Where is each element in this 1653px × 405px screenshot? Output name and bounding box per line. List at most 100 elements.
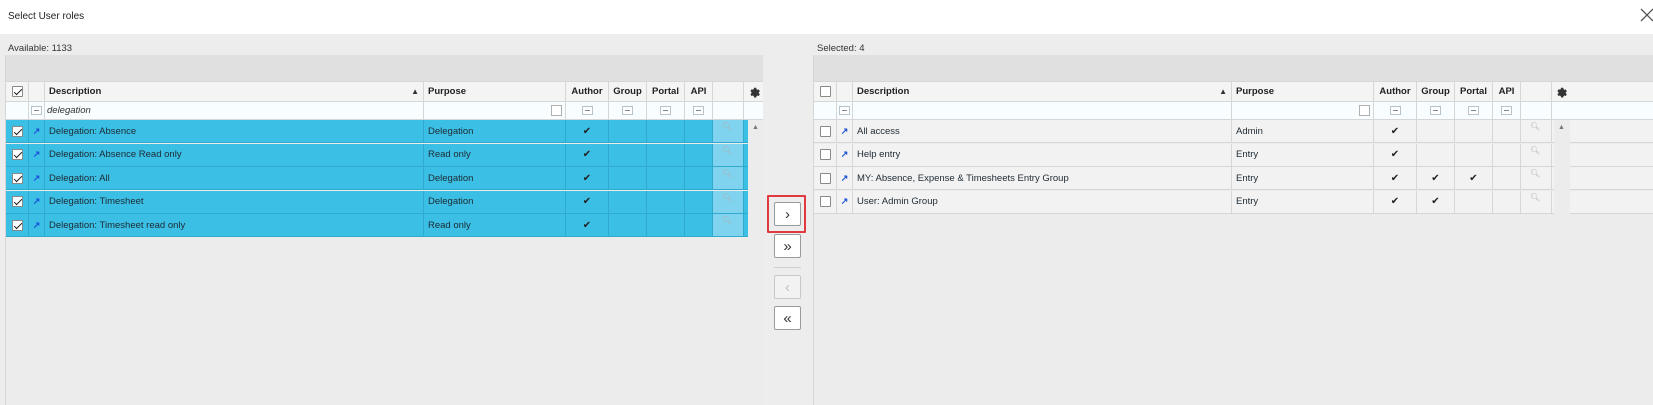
- select-all-checkbox[interactable]: [819, 86, 831, 97]
- edit-pencil-icon[interactable]: ↗: [33, 196, 41, 207]
- row-checkbox-cell[interactable]: [6, 120, 29, 142]
- select-all-checkbox-cell[interactable]: [814, 82, 837, 101]
- portal-filter[interactable]: [1455, 102, 1493, 119]
- row-search-cell[interactable]: 🔍︎: [1521, 143, 1552, 166]
- remove-all-button[interactable]: «: [774, 306, 801, 330]
- edit-pencil-icon[interactable]: ↗: [33, 220, 41, 231]
- search-icon[interactable]: 🔍︎: [1530, 122, 1540, 131]
- row-checkbox-cell[interactable]: [814, 143, 837, 166]
- row-search-cell[interactable]: 🔍︎: [1521, 120, 1552, 142]
- row-search-cell[interactable]: 🔍︎: [713, 120, 744, 142]
- api-filter[interactable]: [1493, 102, 1521, 119]
- row-checkbox[interactable]: [11, 196, 23, 207]
- filter-toggle-box[interactable]: [31, 106, 42, 115]
- table-row[interactable]: ↗ Delegation: Timesheet Delegation ✔ 🔍︎: [6, 190, 763, 214]
- gear-icon[interactable]: [744, 82, 764, 101]
- description-filter-input[interactable]: delegation: [45, 102, 424, 119]
- author-filter[interactable]: [1374, 102, 1417, 119]
- row-search-cell[interactable]: 🔍︎: [713, 143, 744, 166]
- row-checkbox-cell[interactable]: [814, 190, 837, 213]
- portal-filter-box[interactable]: [1468, 106, 1479, 115]
- purpose-filter-input[interactable]: [424, 102, 566, 119]
- edit-pencil-icon[interactable]: ↗: [841, 149, 849, 160]
- popout-icon[interactable]: [551, 105, 562, 116]
- search-icon[interactable]: 🔍︎: [1530, 146, 1540, 155]
- row-search-cell[interactable]: 🔍︎: [713, 214, 744, 236]
- column-portal[interactable]: Portal: [647, 82, 685, 101]
- portal-filter-box[interactable]: [660, 106, 671, 115]
- row-checkbox-cell[interactable]: [6, 143, 29, 166]
- popout-icon[interactable]: [1359, 105, 1370, 116]
- search-icon[interactable]: 🔍︎: [722, 216, 732, 225]
- column-api[interactable]: API: [1493, 82, 1521, 101]
- column-portal[interactable]: Portal: [1455, 82, 1493, 101]
- selected-scrollbar[interactable]: ▲: [1554, 120, 1570, 405]
- scroll-up-icon[interactable]: ▲: [1558, 124, 1565, 131]
- close-icon[interactable]: [1640, 8, 1653, 22]
- table-row[interactable]: ↗ Help entry Entry ✔ 🔍︎: [814, 143, 1653, 167]
- row-search-cell[interactable]: 🔍︎: [713, 167, 744, 189]
- edit-pencil-icon[interactable]: ↗: [33, 173, 41, 184]
- table-row[interactable]: ↗ All access Admin ✔ 🔍︎: [814, 120, 1653, 143]
- api-filter-box[interactable]: [1501, 106, 1512, 115]
- column-group[interactable]: Group: [1417, 82, 1455, 101]
- row-search-cell[interactable]: 🔍︎: [1521, 167, 1552, 189]
- select-all-checkbox[interactable]: [11, 86, 23, 97]
- column-purpose[interactable]: Purpose: [424, 82, 566, 101]
- table-row[interactable]: ↗ Delegation: Absence Read only Read only ✔…: [6, 143, 763, 167]
- row-search-cell[interactable]: 🔍︎: [1521, 190, 1552, 213]
- table-row[interactable]: ↗ Delegation: Absence Delegation ✔ 🔍︎: [6, 120, 763, 143]
- portal-filter[interactable]: [647, 102, 685, 119]
- edit-icon[interactable]: ↗: [29, 143, 45, 166]
- group-filter[interactable]: [609, 102, 647, 119]
- search-icon[interactable]: 🔍︎: [722, 169, 732, 178]
- row-checkbox[interactable]: [819, 149, 831, 160]
- column-description[interactable]: Description ▲: [853, 82, 1232, 101]
- row-checkbox[interactable]: [819, 125, 831, 137]
- row-search-cell[interactable]: 🔍︎: [713, 190, 744, 213]
- edit-icon[interactable]: ↗: [29, 214, 45, 236]
- edit-icon[interactable]: ↗: [837, 120, 853, 142]
- edit-pencil-icon[interactable]: ↗: [33, 149, 41, 160]
- row-checkbox-cell[interactable]: [6, 190, 29, 213]
- search-icon[interactable]: 🔍︎: [1530, 193, 1540, 202]
- column-group[interactable]: Group: [609, 82, 647, 101]
- column-author[interactable]: Author: [566, 82, 609, 101]
- edit-pencil-icon[interactable]: ↗: [841, 196, 849, 207]
- filter-edit-toggle[interactable]: [29, 102, 45, 119]
- table-row[interactable]: ↗ Delegation: Timesheet read only Read onl…: [6, 214, 763, 237]
- author-filter-box[interactable]: [581, 106, 593, 115]
- search-icon[interactable]: 🔍︎: [722, 122, 732, 131]
- api-filter-box[interactable]: [693, 106, 704, 115]
- column-purpose[interactable]: Purpose: [1232, 82, 1374, 101]
- search-icon[interactable]: 🔍︎: [1530, 169, 1540, 178]
- edit-icon[interactable]: ↗: [29, 190, 45, 213]
- table-row[interactable]: ↗ Delegation: All Delegation ✔ 🔍︎: [6, 167, 763, 190]
- edit-icon[interactable]: ↗: [837, 167, 853, 189]
- author-filter-box[interactable]: [1389, 106, 1401, 115]
- row-checkbox-cell[interactable]: [6, 167, 29, 189]
- column-author[interactable]: Author: [1374, 82, 1417, 101]
- filter-edit-toggle[interactable]: [837, 102, 853, 119]
- description-filter-text[interactable]: delegation: [45, 105, 91, 116]
- row-checkbox[interactable]: [819, 172, 831, 184]
- description-filter-input[interactable]: [853, 102, 1232, 119]
- author-filter[interactable]: [566, 102, 609, 119]
- row-checkbox[interactable]: [11, 219, 23, 231]
- column-api[interactable]: API: [685, 82, 713, 101]
- row-checkbox-cell[interactable]: [814, 167, 837, 189]
- edit-icon[interactable]: ↗: [29, 167, 45, 189]
- edit-icon[interactable]: ↗: [29, 120, 45, 142]
- api-filter[interactable]: [685, 102, 713, 119]
- purpose-filter-input[interactable]: [1232, 102, 1374, 119]
- edit-icon[interactable]: ↗: [837, 190, 853, 213]
- group-filter[interactable]: [1417, 102, 1455, 119]
- scroll-up-icon[interactable]: ▲: [752, 124, 759, 131]
- search-icon[interactable]: 🔍︎: [722, 193, 732, 202]
- group-filter-box[interactable]: [622, 106, 633, 115]
- table-row[interactable]: ↗ User: Admin Group Entry ✔ ✔ 🔍︎: [814, 190, 1653, 214]
- row-checkbox[interactable]: [819, 196, 831, 207]
- edit-pencil-icon[interactable]: ↗: [33, 126, 41, 137]
- remove-selected-button[interactable]: ‹: [774, 275, 801, 299]
- row-checkbox-cell[interactable]: [814, 120, 837, 142]
